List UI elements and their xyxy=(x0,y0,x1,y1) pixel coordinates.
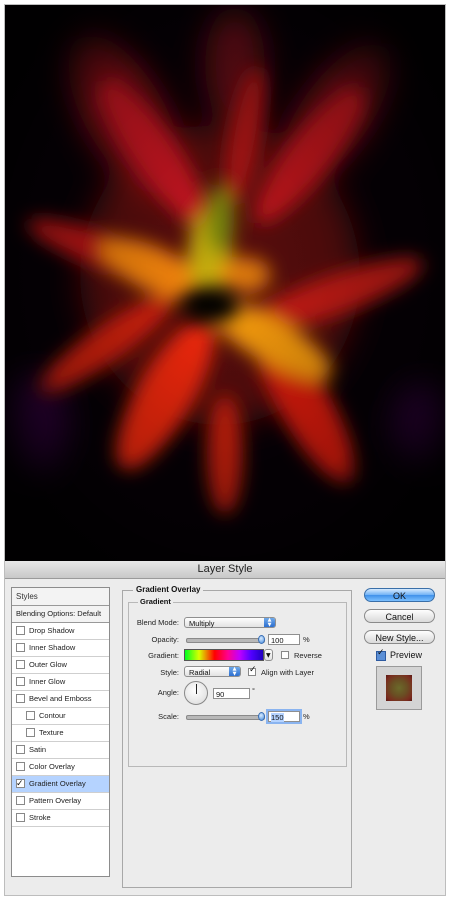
scale-slider[interactable] xyxy=(186,712,265,721)
style-checkbox[interactable] xyxy=(26,727,35,737)
angle-unit: ° xyxy=(252,686,255,695)
styles-item-gradient-overlay[interactable]: Gradient Overlay xyxy=(12,776,109,793)
blend-mode-value: Multiply xyxy=(189,619,215,628)
opacity-slider-knob[interactable] xyxy=(258,635,265,644)
ok-button[interactable]: OK xyxy=(364,588,435,602)
opacity-unit: % xyxy=(303,635,310,644)
select-arrows-icon: ▲ ▼ xyxy=(264,618,275,627)
style-item-label: Stroke xyxy=(29,813,51,822)
style-checkbox[interactable] xyxy=(16,659,25,669)
style-select[interactable]: Radial ▲ ▼ xyxy=(184,666,241,677)
style-checkbox[interactable] xyxy=(16,642,25,652)
opacity-label: Opacity: xyxy=(151,635,179,644)
style-item-label: Inner Shadow xyxy=(29,643,76,652)
dialog-title: Layer Style xyxy=(5,561,445,579)
style-checkbox[interactable] xyxy=(16,693,25,703)
blend-mode-label: Blend Mode: xyxy=(136,618,179,627)
style-item-label: Pattern Overlay xyxy=(29,796,82,805)
styles-item-pattern-overlay[interactable]: Pattern Overlay xyxy=(12,793,109,810)
style-checkbox[interactable] xyxy=(16,795,25,805)
blend-mode-select[interactable]: Multiply ▲ ▼ xyxy=(184,617,276,628)
style-item-label: Outer Glow xyxy=(29,660,67,669)
style-item-label: Gradient Overlay xyxy=(29,779,86,788)
styles-item-inner-glow[interactable]: Inner Glow xyxy=(12,674,109,691)
style-item-label: Bevel and Emboss xyxy=(29,694,92,703)
styles-item-drop-shadow[interactable]: Drop Shadow xyxy=(12,623,109,640)
styles-item-satin[interactable]: Satin xyxy=(12,742,109,759)
style-checkbox[interactable] xyxy=(16,676,25,686)
gradient-subgroup-title: Gradient xyxy=(138,597,173,606)
gradient-swatch[interactable] xyxy=(184,649,264,661)
styles-item-stroke[interactable]: Stroke xyxy=(12,810,109,827)
styles-header[interactable]: Styles xyxy=(12,588,109,606)
preview-swatch xyxy=(386,675,412,701)
opacity-input[interactable]: 100 xyxy=(268,634,300,645)
scale-value: 150 xyxy=(271,713,284,722)
gradient-dropdown[interactable]: ▼ xyxy=(264,649,273,661)
align-with-layer-label: Align with Layer xyxy=(261,668,314,677)
style-checkbox[interactable] xyxy=(16,812,25,822)
gradient-subgroup: Gradient Blend Mode: Multiply ▲ ▼ Opacity… xyxy=(128,597,347,767)
cancel-button[interactable]: Cancel xyxy=(364,609,435,623)
blending-options-item[interactable]: Blending Options: Default xyxy=(12,606,109,623)
align-with-layer-checkbox[interactable] xyxy=(248,665,257,676)
canvas-artwork xyxy=(5,5,445,561)
reverse-label: Reverse xyxy=(294,651,322,660)
style-item-label: Inner Glow xyxy=(29,677,66,686)
style-item-label: Satin xyxy=(29,745,47,754)
new-style-button[interactable]: New Style... xyxy=(364,630,435,644)
angle-dial-needle xyxy=(196,684,197,694)
gradient-overlay-title: Gradient Overlay xyxy=(133,585,204,594)
style-checkbox[interactable] xyxy=(26,710,35,720)
styles-item-color-overlay[interactable]: Color Overlay xyxy=(12,759,109,776)
preview-checkbox[interactable] xyxy=(376,648,386,661)
scale-label: Scale: xyxy=(158,712,179,721)
angle-dial[interactable] xyxy=(184,681,208,705)
angle-input[interactable]: 90 xyxy=(213,688,250,699)
style-item-label: Color Overlay xyxy=(29,762,75,771)
style-label: Style: xyxy=(160,668,179,677)
preview-label: Preview xyxy=(390,650,423,660)
chevron-down-icon: ▼ xyxy=(266,652,271,659)
style-checkbox[interactable] xyxy=(16,761,25,771)
styles-item-contour[interactable]: Contour xyxy=(12,708,109,725)
opacity-slider[interactable] xyxy=(186,635,265,644)
style-item-label: Drop Shadow xyxy=(29,626,75,635)
document-canvas[interactable] xyxy=(5,5,445,561)
reverse-checkbox[interactable] xyxy=(281,651,289,659)
styles-item-texture[interactable]: Texture xyxy=(12,725,109,742)
style-item-label: Contour xyxy=(39,711,66,720)
style-item-label: Texture xyxy=(39,728,64,737)
styles-item-bevel-and-emboss[interactable]: Bevel and Emboss xyxy=(12,691,109,708)
layer-style-dialog: Layer Style Styles Blending Options: Def… xyxy=(5,561,445,895)
gradient-overlay-group: Gradient Overlay Gradient Blend Mode: Mu… xyxy=(122,585,352,888)
select-arrows-icon: ▲ ▼ xyxy=(229,667,240,676)
preview-thumbnail xyxy=(376,666,422,710)
scale-slider-knob[interactable] xyxy=(258,712,265,721)
gradient-label: Gradient: xyxy=(148,651,179,660)
opacity-value: 100 xyxy=(271,636,284,645)
style-value: Radial xyxy=(189,668,211,677)
style-checkbox[interactable] xyxy=(16,744,25,754)
style-checkbox[interactable] xyxy=(16,776,25,792)
scale-unit: % xyxy=(303,712,310,721)
style-checkbox[interactable] xyxy=(16,625,25,635)
angle-value: 90 xyxy=(216,690,225,699)
styles-item-outer-glow[interactable]: Outer Glow xyxy=(12,657,109,674)
angle-label: Angle: xyxy=(157,688,179,697)
scale-input[interactable]: 150 xyxy=(268,711,300,722)
styles-item-inner-shadow[interactable]: Inner Shadow xyxy=(12,640,109,657)
styles-list: Styles Blending Options: Default Drop Sh… xyxy=(11,587,110,877)
